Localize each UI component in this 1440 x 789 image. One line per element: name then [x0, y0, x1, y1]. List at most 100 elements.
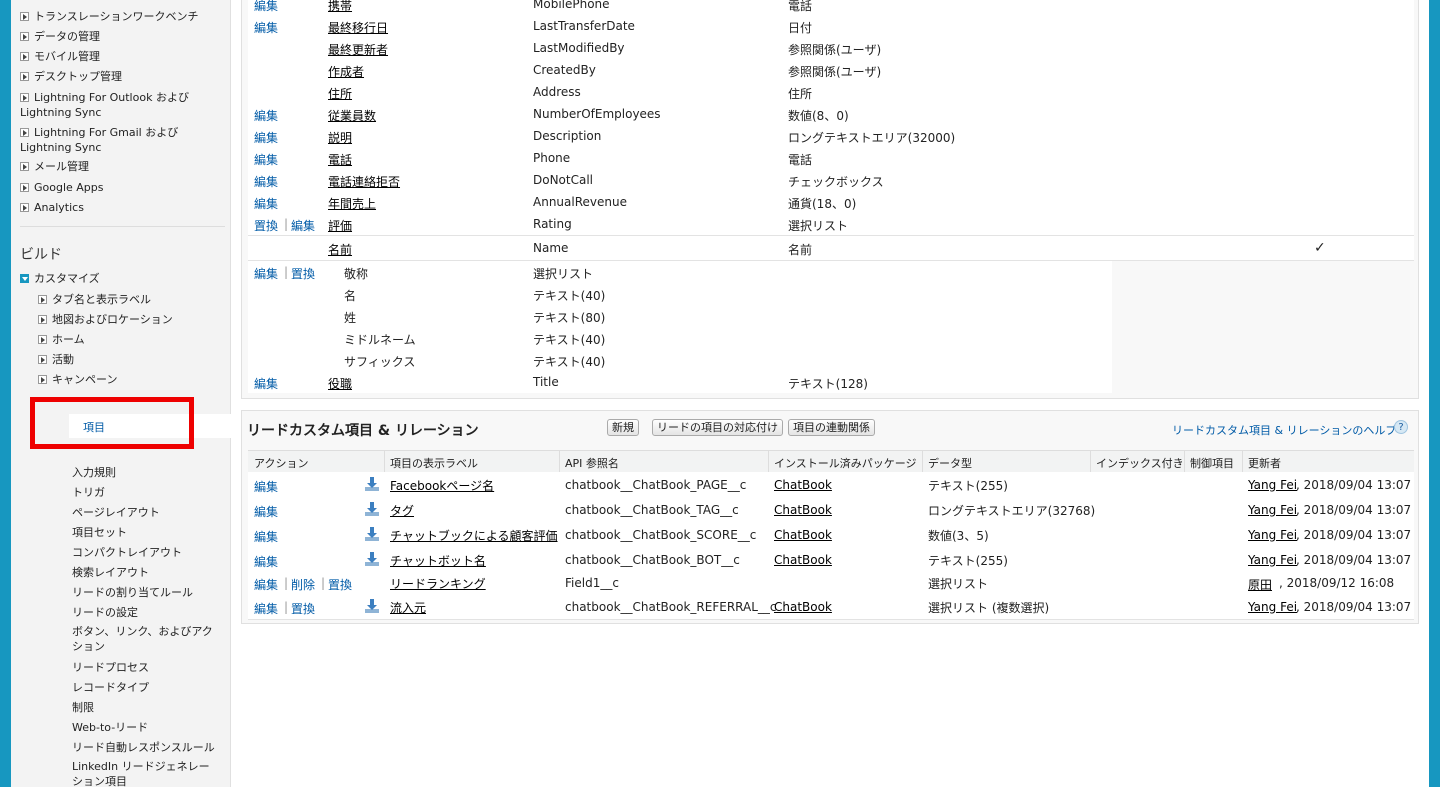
expand-icon[interactable]	[20, 203, 29, 212]
sidebar-item-customize[interactable]: カスタマイズ	[20, 271, 100, 286]
action-link[interactable]: 削除	[291, 576, 315, 593]
expand-icon[interactable]	[20, 128, 29, 137]
expand-icon[interactable]	[38, 335, 47, 344]
sidebar-item-lightning-outlook[interactable]: Lightning For Outlook および Lightning Sync	[20, 90, 225, 120]
action-link[interactable]: 置換	[291, 265, 315, 282]
field-label-link[interactable]: 役職	[328, 375, 352, 392]
sidebar-item-analytics[interactable]: Analytics	[20, 200, 84, 215]
field-label-link[interactable]: 作成者	[328, 63, 364, 80]
action-link[interactable]: 編集	[254, 503, 278, 520]
package-link[interactable]: ChatBook	[774, 600, 832, 614]
action-link[interactable]: 置換	[291, 600, 315, 617]
sidebar-item-data[interactable]: データの管理	[20, 29, 100, 44]
sidebar-item-lead-process[interactable]: リードプロセス	[72, 659, 149, 675]
expand-icon[interactable]	[20, 72, 29, 81]
field-mapping-button[interactable]: リードの項目の対応付け	[652, 419, 783, 436]
field-label-link[interactable]: 従業員数	[328, 107, 376, 124]
sidebar-item-triggers[interactable]: トリガ	[72, 484, 105, 500]
expand-icon[interactable]	[38, 355, 47, 364]
package-link[interactable]: ChatBook	[774, 528, 832, 542]
expand-icon[interactable]	[20, 162, 29, 171]
action-link[interactable]: 編集	[254, 265, 278, 282]
sidebar-item-lightning-gmail[interactable]: Lightning For Gmail および Lightning Sync	[20, 125, 225, 155]
sidebar-item-compact-layouts[interactable]: コンパクトレイアウト	[72, 544, 182, 560]
sidebar-item-home[interactable]: ホーム	[38, 331, 85, 347]
sidebar-item-google-apps[interactable]: Google Apps	[20, 180, 104, 195]
field-label-link[interactable]: 最終更新者	[328, 41, 388, 58]
col-action[interactable]: アクション	[254, 455, 308, 471]
col-package[interactable]: インストール済みパッケージ	[774, 455, 917, 471]
action-link[interactable]: 編集	[254, 129, 278, 146]
col-indexed[interactable]: インデックス付き	[1096, 455, 1184, 471]
field-label-link[interactable]: 年間売上	[328, 195, 376, 212]
sidebar-item-activities[interactable]: 活動	[38, 351, 74, 367]
action-link[interactable]: 編集	[254, 0, 278, 14]
action-link[interactable]: 編集	[254, 173, 278, 190]
sidebar-item-auto-response[interactable]: リード自動レスポンスルール	[72, 739, 215, 755]
action-link[interactable]: 編集	[254, 576, 278, 593]
expand-icon[interactable]	[38, 295, 47, 304]
action-link[interactable]: 編集	[254, 478, 278, 495]
package-link[interactable]: ChatBook	[774, 503, 832, 517]
sidebar-item-page-layouts[interactable]: ページレイアウト	[72, 504, 160, 520]
help-icon[interactable]: ?	[1394, 420, 1408, 434]
action-link[interactable]: 編集	[254, 195, 278, 212]
expand-icon[interactable]	[20, 93, 29, 102]
sidebar-item-record-types[interactable]: レコードタイプ	[72, 679, 149, 695]
action-link[interactable]: 編集	[254, 375, 278, 392]
action-link[interactable]: 編集	[254, 600, 278, 617]
sidebar-item-buttons-links[interactable]: ボタン、リンク、およびアクション	[72, 624, 217, 654]
modified-by-link[interactable]: Yang Fei	[1248, 553, 1297, 567]
action-link[interactable]: 置換	[328, 576, 352, 593]
sidebar-item-web-to-lead[interactable]: Web-to-リード	[72, 719, 148, 735]
field-label-link[interactable]: リードランキング	[390, 575, 486, 592]
field-label-link[interactable]: タグ	[390, 502, 414, 519]
expand-icon[interactable]	[20, 12, 29, 21]
field-label-link[interactable]: 名前	[328, 241, 352, 258]
action-link[interactable]: 置換	[254, 217, 278, 234]
field-label-link[interactable]: 電話	[328, 151, 352, 168]
field-label-link[interactable]: 携帯	[328, 0, 352, 14]
sidebar-item-tabs-labels[interactable]: タブ名と表示ラベル	[38, 291, 151, 307]
action-link[interactable]: 編集	[254, 151, 278, 168]
field-label-link[interactable]: 説明	[328, 129, 352, 146]
field-label-link[interactable]: 流入元	[390, 599, 426, 616]
field-label-link[interactable]: 最終移行日	[328, 19, 388, 36]
sidebar-item-translation[interactable]: トランスレーションワークベンチ	[20, 9, 199, 24]
field-dependencies-button[interactable]: 項目の連動関係	[788, 419, 875, 436]
field-label-link[interactable]: チャットブックによる顧客評価	[390, 527, 558, 544]
sidebar-item-desktop[interactable]: デスクトップ管理	[20, 69, 122, 84]
modified-by-link[interactable]: Yang Fei	[1248, 528, 1297, 542]
col-label[interactable]: 項目の表示ラベル	[390, 455, 478, 471]
expand-icon[interactable]	[20, 52, 29, 61]
modified-by-link[interactable]: Yang Fei	[1248, 478, 1297, 492]
action-link[interactable]: 編集	[254, 107, 278, 124]
sidebar-item-mobile[interactable]: モバイル管理	[20, 49, 100, 64]
sidebar-item-search-layouts[interactable]: 検索レイアウト	[72, 564, 149, 580]
expand-icon[interactable]	[38, 375, 47, 384]
collapse-icon[interactable]	[20, 274, 29, 283]
field-label-link[interactable]: 電話連絡拒否	[328, 173, 400, 190]
sidebar-item-assignment-rules[interactable]: リードの割り当てルール	[72, 584, 193, 600]
col-controlling[interactable]: 制御項目	[1190, 455, 1234, 471]
sidebar-item-mail[interactable]: メール管理	[20, 159, 89, 174]
col-modified-by[interactable]: 更新者	[1248, 455, 1281, 471]
modified-by-link[interactable]: Yang Fei	[1248, 600, 1297, 614]
expand-icon[interactable]	[38, 315, 47, 324]
sidebar-item-validation[interactable]: 入力規則	[72, 464, 116, 480]
modified-by-link[interactable]: 原田	[1248, 576, 1272, 593]
sidebar-item-maps[interactable]: 地図およびロケーション	[38, 311, 173, 327]
expand-icon[interactable]	[20, 183, 29, 192]
help-link[interactable]: リードカスタム項目 & リレーションのヘルプ	[1172, 422, 1396, 438]
sidebar-item-linkedin[interactable]: LinkedIn リードジェネレーション項目	[72, 759, 217, 789]
col-type[interactable]: データ型	[928, 455, 972, 471]
new-button[interactable]: 新規	[607, 419, 639, 436]
field-label-link[interactable]: 住所	[328, 85, 352, 102]
sidebar-item-field-sets[interactable]: 項目セット	[72, 524, 127, 540]
package-link[interactable]: ChatBook	[774, 553, 832, 567]
field-label-link[interactable]: Facebookページ名	[390, 477, 494, 494]
action-link[interactable]: 編集	[254, 528, 278, 545]
package-link[interactable]: ChatBook	[774, 478, 832, 492]
sidebar-item-lead-settings[interactable]: リードの設定	[72, 604, 138, 620]
sidebar-item-campaigns[interactable]: キャンペーン	[38, 371, 117, 387]
